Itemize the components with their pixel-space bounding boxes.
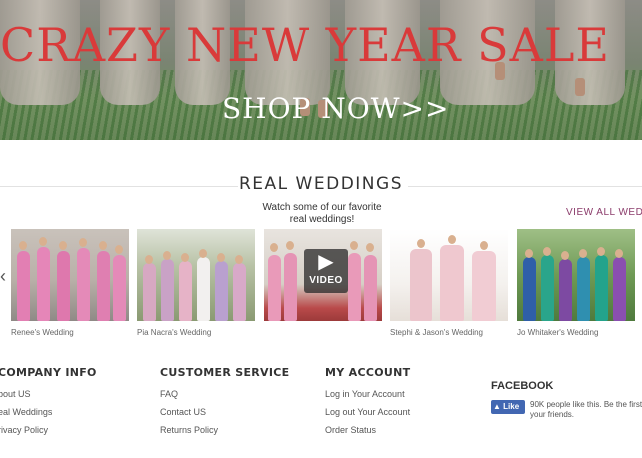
facebook-like-button[interactable]: ▲ Like bbox=[491, 400, 525, 414]
play-icon: ▶ bbox=[318, 251, 334, 273]
wedding-card[interactable]: Renee's Wedding bbox=[11, 229, 129, 337]
log-in-link[interactable]: Log in Your Account bbox=[325, 389, 410, 399]
facebook-text-line-1: 90K people like this. Be the first o bbox=[530, 400, 642, 409]
wedding-caption: Stephi & Jason's Wedding bbox=[390, 328, 483, 337]
returns-policy-link[interactable]: Returns Policy bbox=[160, 425, 289, 435]
footer-customer-service: CUSTOMER SERVICE FAQ Contact US Returns … bbox=[160, 366, 289, 443]
order-status-link[interactable]: Order Status bbox=[325, 425, 410, 435]
view-all-weddings-link[interactable]: VIEW ALL WEDDIN bbox=[566, 207, 642, 218]
wedding-card[interactable]: Pia Nacra's Wedding bbox=[137, 229, 255, 337]
wedding-photo bbox=[11, 229, 129, 321]
wedding-caption: Jo Whitaker's Wedding bbox=[517, 328, 599, 337]
wedding-photo bbox=[137, 229, 255, 321]
wedding-photo: ▶ VIDEO bbox=[264, 229, 382, 321]
facebook-like-text: 90K people like this. Be the first o you… bbox=[530, 400, 642, 420]
wedding-photo bbox=[517, 229, 635, 321]
wedding-caption: Renee's Wedding bbox=[11, 328, 74, 337]
wedding-card[interactable]: Jo Whitaker's Wedding bbox=[517, 229, 635, 337]
real-weddings-link[interactable]: eal Weddings bbox=[0, 407, 97, 417]
my-account-heading: MY ACCOUNT bbox=[325, 366, 411, 379]
subtitle-line-2: real weddings! bbox=[289, 214, 355, 225]
real-weddings-subtitle: Watch some of our favorite real weddings… bbox=[260, 202, 384, 226]
footer-my-account: MY ACCOUNT Log in Your Account Log out Y… bbox=[325, 366, 410, 443]
facebook-text-line-2: your friends. bbox=[530, 410, 575, 419]
wedding-card[interactable]: Stephi & Jason's Wedding bbox=[390, 229, 508, 337]
company-info-heading: COMPANY INFO bbox=[0, 366, 97, 379]
hero-banner[interactable]: CRAZY NEW YEAR SALE SHOP NOW>> bbox=[0, 0, 642, 140]
wedding-caption: Pia Nacra's Wedding bbox=[137, 328, 212, 337]
wedding-video-card[interactable]: ▶ VIDEO bbox=[264, 229, 382, 328]
like-label: Like bbox=[503, 402, 520, 411]
about-us-link[interactable]: bout US bbox=[0, 389, 97, 399]
thumbs-up-icon: ▲ bbox=[493, 402, 501, 411]
hero-sale-title: CRAZY NEW YEAR SALE bbox=[0, 18, 611, 72]
real-weddings-title: REAL WEDDINGS bbox=[239, 174, 403, 194]
chevron-left-icon[interactable]: ‹ bbox=[0, 266, 6, 287]
customer-service-heading: CUSTOMER SERVICE bbox=[160, 366, 290, 379]
facebook-heading: FACEBOOK bbox=[491, 380, 554, 392]
video-play-button[interactable]: ▶ VIDEO bbox=[304, 249, 348, 293]
faq-link[interactable]: FAQ bbox=[160, 389, 289, 399]
privacy-policy-link[interactable]: rivacy Policy bbox=[0, 425, 97, 435]
footer-company-info: COMPANY INFO bout US eal Weddings rivacy… bbox=[0, 366, 97, 443]
subtitle-line-1: Watch some of our favorite bbox=[262, 202, 382, 213]
video-label: VIDEO bbox=[309, 275, 343, 286]
shop-now-link[interactable]: SHOP NOW>> bbox=[222, 92, 449, 125]
contact-us-link[interactable]: Contact US bbox=[160, 407, 289, 417]
wedding-photo bbox=[390, 229, 508, 321]
hero-leg bbox=[575, 78, 585, 96]
log-out-link[interactable]: Log out Your Account bbox=[325, 407, 410, 417]
